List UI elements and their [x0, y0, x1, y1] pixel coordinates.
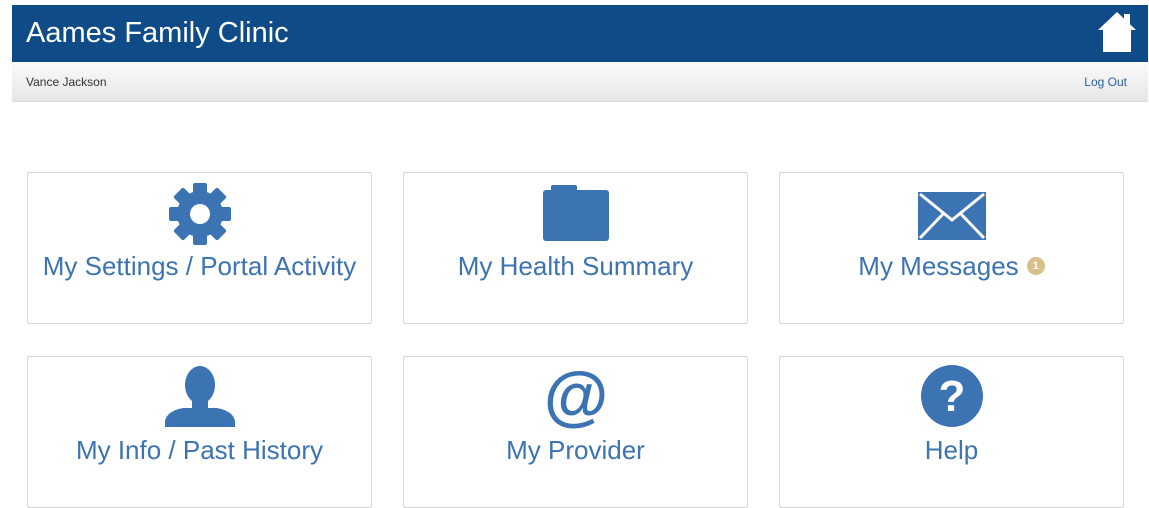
top-header: Aames Family Clinic — [12, 5, 1148, 62]
tile-label: Help — [924, 435, 979, 465]
home-icon — [1098, 12, 1136, 52]
logout-link[interactable]: Log Out — [1084, 75, 1127, 89]
svg-text:@: @ — [543, 363, 607, 429]
svg-text:?: ? — [938, 372, 965, 421]
person-icon — [163, 365, 237, 427]
tile-my-info[interactable]: My Info / Past History — [27, 356, 372, 508]
unread-badge: 1 — [1026, 257, 1045, 276]
tile-help[interactable]: ? Help — [779, 356, 1124, 508]
folder-icon — [541, 183, 611, 243]
gear-icon — [165, 181, 235, 247]
envelope-icon — [917, 191, 987, 241]
user-name: Vance Jackson — [26, 75, 107, 89]
user-bar: Vance Jackson Log Out — [12, 62, 1148, 102]
tile-label: My Info / Past History — [75, 435, 324, 465]
at-sign-icon: @ — [543, 363, 609, 429]
tile-label: My Settings / Portal Activity — [42, 251, 357, 281]
question-circle-icon: ? — [920, 364, 984, 428]
tile-my-health-summary[interactable]: My Health Summary — [403, 172, 748, 324]
clinic-title: Aames Family Clinic — [26, 17, 289, 49]
tile-label: My Messages — [858, 251, 1019, 281]
tile-label: My Health Summary — [457, 251, 694, 281]
tile-label-wrap: My Messages 1 — [790, 251, 1113, 282]
tile-my-provider[interactable]: @ My Provider — [403, 356, 748, 508]
tile-my-messages[interactable]: My Messages 1 — [779, 172, 1124, 324]
tile-my-settings[interactable]: My Settings / Portal Activity — [27, 172, 372, 324]
home-button[interactable] — [1096, 10, 1138, 54]
tile-label: My Provider — [506, 435, 645, 465]
